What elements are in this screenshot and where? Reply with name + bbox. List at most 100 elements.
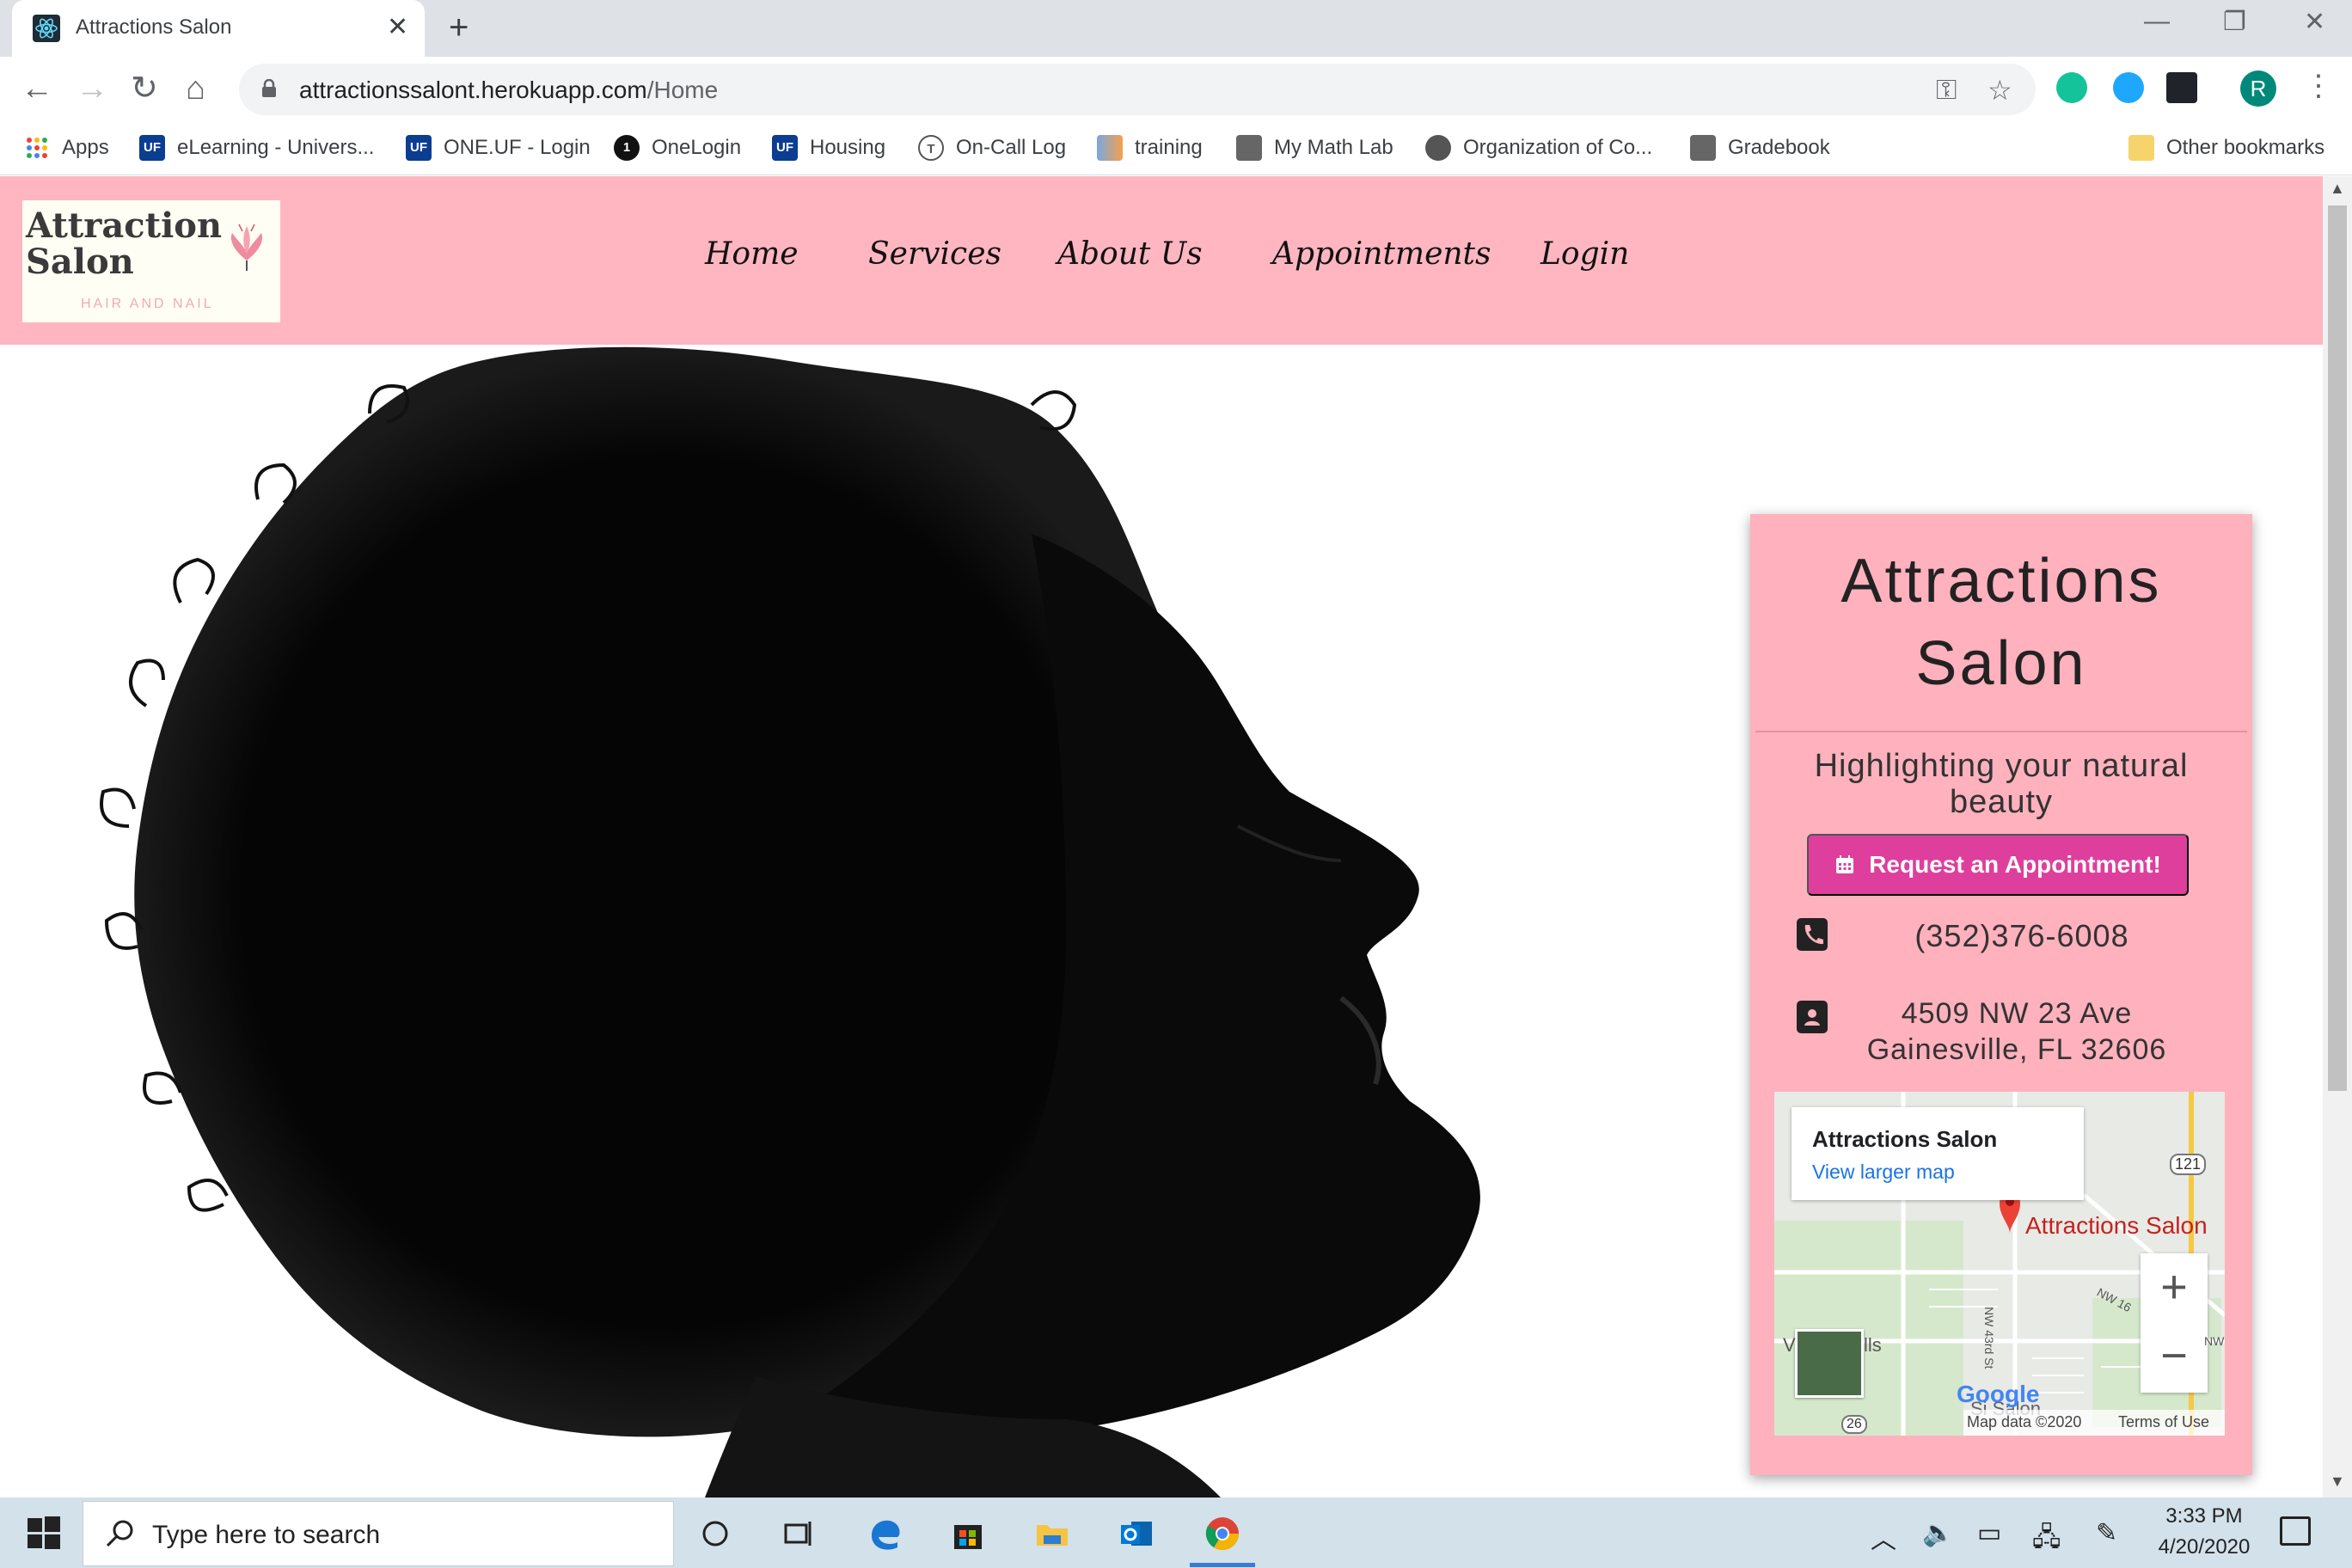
- request-appointment-label: Request an Appointment!: [1869, 851, 2161, 878]
- browser-tab[interactable]: Attractions Salon ✕: [12, 0, 425, 57]
- bookmark-label: Apps: [62, 136, 109, 159]
- google-logo: Google: [1957, 1381, 2040, 1407]
- bookmark-housing[interactable]: UF Housing: [772, 132, 885, 163]
- network-icon[interactable]: 🖧: [2032, 1518, 2061, 1562]
- active-app-indicator: [1190, 1563, 1255, 1567]
- bookmark-one-uf[interactable]: UF ONE.UF - Login: [406, 132, 591, 163]
- nav-about-us[interactable]: About Us: [1057, 236, 1203, 272]
- bookmark-label: On-Call Log: [956, 136, 1067, 159]
- map-terms-link[interactable]: Terms of Use: [2118, 1413, 2209, 1431]
- bookmark-label: Housing: [810, 136, 886, 159]
- minimize-icon[interactable]: —: [2144, 7, 2170, 36]
- map-pin-label[interactable]: Attractions Salon: [2025, 1212, 2208, 1240]
- zoom-out-button[interactable]: −: [2141, 1326, 2208, 1386]
- bookmark-other[interactable]: Other bookmarks: [2128, 132, 2324, 163]
- show-hidden-icons-icon[interactable]: ︿: [1871, 1518, 1896, 1556]
- bookmark-my-math-lab[interactable]: My Math Lab: [1236, 132, 1393, 163]
- task-view-icon[interactable]: [779, 1515, 817, 1553]
- file-explorer-icon[interactable]: [1033, 1515, 1071, 1553]
- nav-services[interactable]: Services: [868, 236, 1001, 272]
- logo-title-line1: Attraction: [26, 205, 223, 246]
- forward-icon[interactable]: →: [76, 69, 108, 108]
- volume-icon[interactable]: 🔈: [1922, 1518, 1954, 1548]
- nav-login[interactable]: Login: [1540, 236, 1629, 272]
- bookmark-elearning[interactable]: UF eLearning - Univers...: [139, 132, 374, 163]
- bookmark-label: eLearning - Univers...: [177, 136, 375, 159]
- scroll-thumb[interactable]: [2328, 205, 2347, 1091]
- tab-close-icon[interactable]: ✕: [387, 12, 408, 43]
- clock-time[interactable]: 3:33 PM: [2153, 1504, 2256, 1528]
- calendar-icon: [1836, 855, 1854, 873]
- windows-start-icon[interactable]: [28, 1516, 60, 1549]
- scroll-down-icon[interactable]: ▼: [2330, 1473, 2345, 1491]
- card-tagline: Highlighting your natural beauty: [1814, 748, 2189, 820]
- bookmark-label: Gradebook: [1728, 136, 1830, 159]
- bookmark-gradebook[interactable]: Gradebook: [1690, 132, 1830, 163]
- bookmark-label: OneLogin: [652, 136, 742, 159]
- nav-appointments[interactable]: Appointments: [1272, 236, 1491, 272]
- close-window-icon[interactable]: ✕: [2304, 7, 2325, 37]
- home-icon[interactable]: ⌂: [186, 69, 205, 108]
- request-appointment-button[interactable]: Request an Appointment!: [1807, 834, 2189, 896]
- scroll-up-icon[interactable]: ▲: [2330, 180, 2345, 198]
- uf-icon: UF: [139, 135, 165, 161]
- restore-icon[interactable]: ❐: [2223, 7, 2246, 37]
- bookmark-label: training: [1135, 136, 1203, 159]
- flag-icon: [1097, 135, 1123, 161]
- reload-icon[interactable]: ↻: [131, 69, 158, 108]
- google-map-embed[interactable]: Attractions Salon View larger map Attrac…: [1774, 1092, 2225, 1436]
- phone-number[interactable]: (352)376-6008: [1879, 918, 2165, 954]
- bookmark-apps[interactable]: Apps: [24, 132, 109, 163]
- profile-avatar[interactable]: R: [2240, 70, 2276, 107]
- react-devtools-icon[interactable]: [2166, 72, 2197, 103]
- bookmark-training[interactable]: training: [1097, 132, 1203, 163]
- grammarly-icon[interactable]: [2056, 72, 2087, 103]
- book-icon: [1236, 135, 1262, 161]
- bookmark-on-call-log[interactable]: T On-Call Log: [918, 132, 1066, 163]
- new-tab-button[interactable]: +: [449, 9, 469, 46]
- clock-date[interactable]: 4/20/2020: [2153, 1535, 2256, 1559]
- key-icon[interactable]: ⚿: [1936, 74, 1957, 107]
- bookmarks-bar: Apps UF eLearning - Univers... UF ONE.UF…: [0, 122, 2352, 175]
- action-center-icon[interactable]: [2280, 1516, 2311, 1546]
- bookmark-label: ONE.UF - Login: [444, 136, 591, 159]
- address-line2: Gainesville, FL 32606: [1866, 1033, 2167, 1066]
- menu-kebab-icon[interactable]: ⋮: [2304, 69, 2333, 103]
- taskbar-search-box[interactable]: Type here to search: [83, 1501, 674, 1566]
- edge-icon[interactable]: [867, 1515, 904, 1553]
- map-label-ils: lls: [1864, 1334, 1882, 1356]
- view-larger-map-link[interactable]: View larger map: [1812, 1161, 1955, 1184]
- tab-title: Attractions Salon: [76, 15, 232, 39]
- zoom-in-button[interactable]: +: [2141, 1257, 2208, 1317]
- store-icon[interactable]: [949, 1515, 987, 1553]
- page-scrollbar[interactable]: ▲ ▼: [2323, 176, 2352, 1498]
- nav-home[interactable]: Home: [705, 236, 799, 272]
- browser-toolbar: ← → ↻ ⌂ attractionssalont.herokuapp.com/…: [0, 57, 2352, 122]
- book-icon: [1690, 135, 1716, 161]
- cortana-icon[interactable]: [696, 1515, 734, 1553]
- extension-eye-icon[interactable]: [2113, 72, 2144, 103]
- address-bar[interactable]: attractionssalont.herokuapp.com/Home ⚿ ☆: [239, 64, 2036, 115]
- search-placeholder: Type here to search: [152, 1521, 381, 1549]
- bookmark-onelogin[interactable]: 1 OneLogin: [614, 132, 741, 163]
- street-label-nw-43rd: NW 43rd St: [1982, 1307, 1996, 1369]
- windows-taskbar: Type here to search ︿ 🔈 ▭ 🖧 ✎ 3:33 PM 4/…: [0, 1498, 2352, 1568]
- bookmark-organization[interactable]: Organization of Co...: [1425, 132, 1652, 163]
- bookmark-star-icon[interactable]: ☆: [1988, 74, 2012, 107]
- folder-icon: [2128, 135, 2154, 161]
- map-attribution: Map data ©2020 Terms of Use: [1963, 1410, 2225, 1436]
- outlook-icon[interactable]: [1118, 1515, 1155, 1553]
- one-uf-icon: UF: [406, 135, 432, 161]
- bookmark-label: Other bookmarks: [2166, 136, 2325, 159]
- battery-icon[interactable]: ▭: [1977, 1518, 2001, 1548]
- salon-address: 4509 NW 23 Ave Gainesville, FL 32606: [1819, 995, 2214, 1068]
- page-viewport: Attraction Salon HAIR AND NAIL Home Serv…: [0, 176, 2323, 1498]
- back-icon[interactable]: ←: [21, 69, 53, 108]
- pen-icon[interactable]: ✎: [2096, 1518, 2117, 1548]
- onelogin-icon: 1: [614, 135, 640, 161]
- satellite-toggle[interactable]: [1795, 1329, 1864, 1398]
- map-data-text: Map data ©2020: [1967, 1413, 2082, 1430]
- salon-logo[interactable]: Attraction Salon HAIR AND NAIL: [22, 200, 280, 322]
- bookmark-label: My Math Lab: [1274, 136, 1393, 159]
- chrome-icon[interactable]: [1204, 1515, 1241, 1553]
